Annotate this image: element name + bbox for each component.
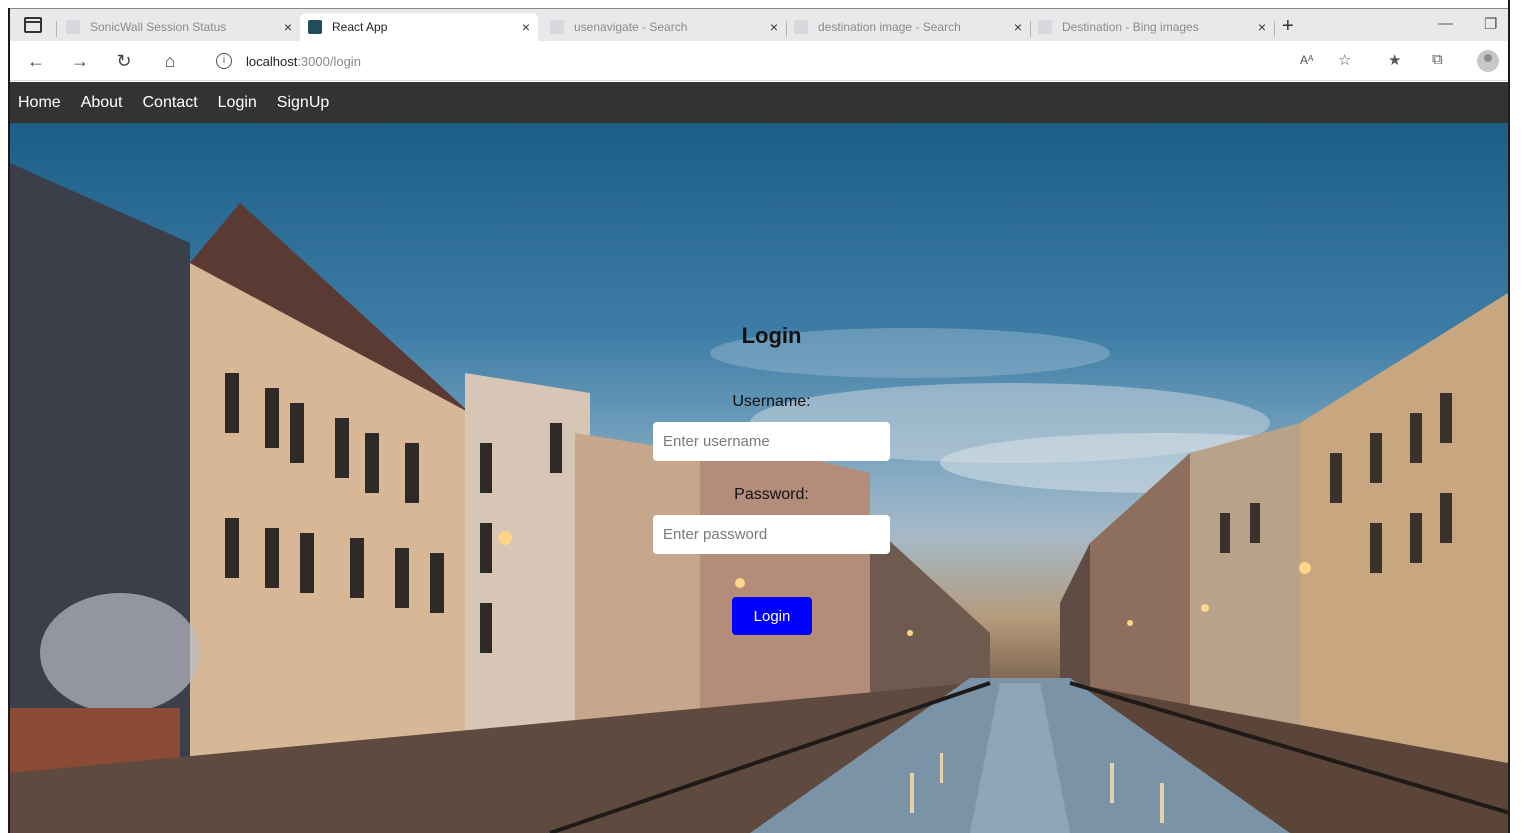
bing-favicon-icon — [1038, 20, 1052, 34]
password-input[interactable] — [653, 515, 890, 554]
window-border-left — [8, 8, 10, 833]
url-host: localhost — [246, 53, 298, 69]
favorites-icon[interactable]: ★ — [1388, 51, 1401, 69]
tab-label: React App — [332, 20, 388, 34]
nav-home-link[interactable]: Home — [18, 94, 61, 112]
sonicwall-favicon-icon — [66, 20, 80, 34]
login-heading: Login — [741, 323, 802, 348]
tab-close-icon[interactable]: × — [1010, 19, 1026, 35]
tab-close-icon[interactable]: × — [1254, 19, 1270, 35]
minimize-icon[interactable]: — — [1438, 15, 1453, 32]
app-navbar: Home About Contact Login SignUp — [10, 82, 1508, 123]
tab-actions-icon[interactable] — [24, 17, 42, 33]
password-label: Password: — [734, 486, 809, 503]
username-input[interactable] — [653, 422, 890, 461]
restore-icon[interactable]: ❐ — [1484, 15, 1497, 33]
browser-window: SonicWall Session Status × React App × u… — [0, 0, 1521, 833]
tab-sonicwall[interactable]: SonicWall Session Status × — [66, 13, 296, 41]
window-border-right — [1508, 0, 1510, 833]
tab-close-icon[interactable]: × — [280, 19, 296, 35]
favorite-add-icon[interactable]: ☆ — [1338, 51, 1351, 69]
username-label: Username: — [732, 393, 811, 410]
tab-react-app[interactable]: React App × — [300, 13, 538, 41]
nav-contact-link[interactable]: Contact — [143, 94, 198, 112]
address-bar-row: ← → ↻ ⌂ i localhost:3000/login Aᴬ ☆ ★ ⧉ — [10, 41, 1508, 81]
new-tab-button[interactable]: + — [1282, 15, 1294, 38]
tab-close-icon[interactable]: × — [766, 19, 782, 35]
collections-icon[interactable]: ⧉ — [1432, 51, 1443, 68]
tab-label: SonicWall Session Status — [90, 20, 227, 34]
tab-destination-bing-images[interactable]: Destination - Bing images × — [1038, 13, 1270, 41]
read-aloud-icon[interactable]: Aᴬ — [1300, 53, 1313, 67]
react-favicon-icon — [308, 20, 322, 34]
tab-destination-image-search[interactable]: destination image - Search × — [794, 13, 1026, 41]
address-bar[interactable]: i localhost:3000/login — [206, 46, 1292, 76]
tab-label: Destination - Bing images — [1062, 20, 1199, 34]
site-info-icon[interactable]: i — [216, 53, 232, 69]
tab-strip: SonicWall Session Status × React App × u… — [10, 9, 1508, 41]
login-submit-button[interactable]: Login — [732, 597, 812, 635]
hero-background-image: Login Username: Password: Login — [10, 123, 1508, 833]
tab-separator — [1030, 21, 1031, 37]
tab-label: usenavigate - Search — [574, 20, 688, 34]
forward-icon[interactable]: → — [68, 49, 92, 73]
tab-separator — [1274, 21, 1275, 37]
tab-label: destination image - Search — [818, 20, 961, 34]
tab-separator — [786, 21, 787, 37]
back-icon[interactable]: ← — [24, 49, 48, 73]
refresh-icon[interactable]: ↻ — [112, 49, 136, 73]
tab-close-icon[interactable]: × — [518, 19, 534, 35]
tab-usenavigate-search[interactable]: usenavigate - Search × — [550, 13, 782, 41]
nav-about-link[interactable]: About — [81, 94, 123, 112]
url-path: :3000/login — [297, 53, 361, 69]
nav-login-link[interactable]: Login — [218, 94, 257, 112]
canal-cityscape-illustration — [10, 163, 1508, 833]
bing-favicon-icon — [794, 20, 808, 34]
bing-favicon-icon — [550, 20, 564, 34]
home-icon[interactable]: ⌂ — [158, 49, 182, 73]
nav-signup-link[interactable]: SignUp — [277, 94, 329, 112]
profile-avatar[interactable] — [1477, 50, 1499, 72]
tab-separator — [56, 21, 57, 37]
